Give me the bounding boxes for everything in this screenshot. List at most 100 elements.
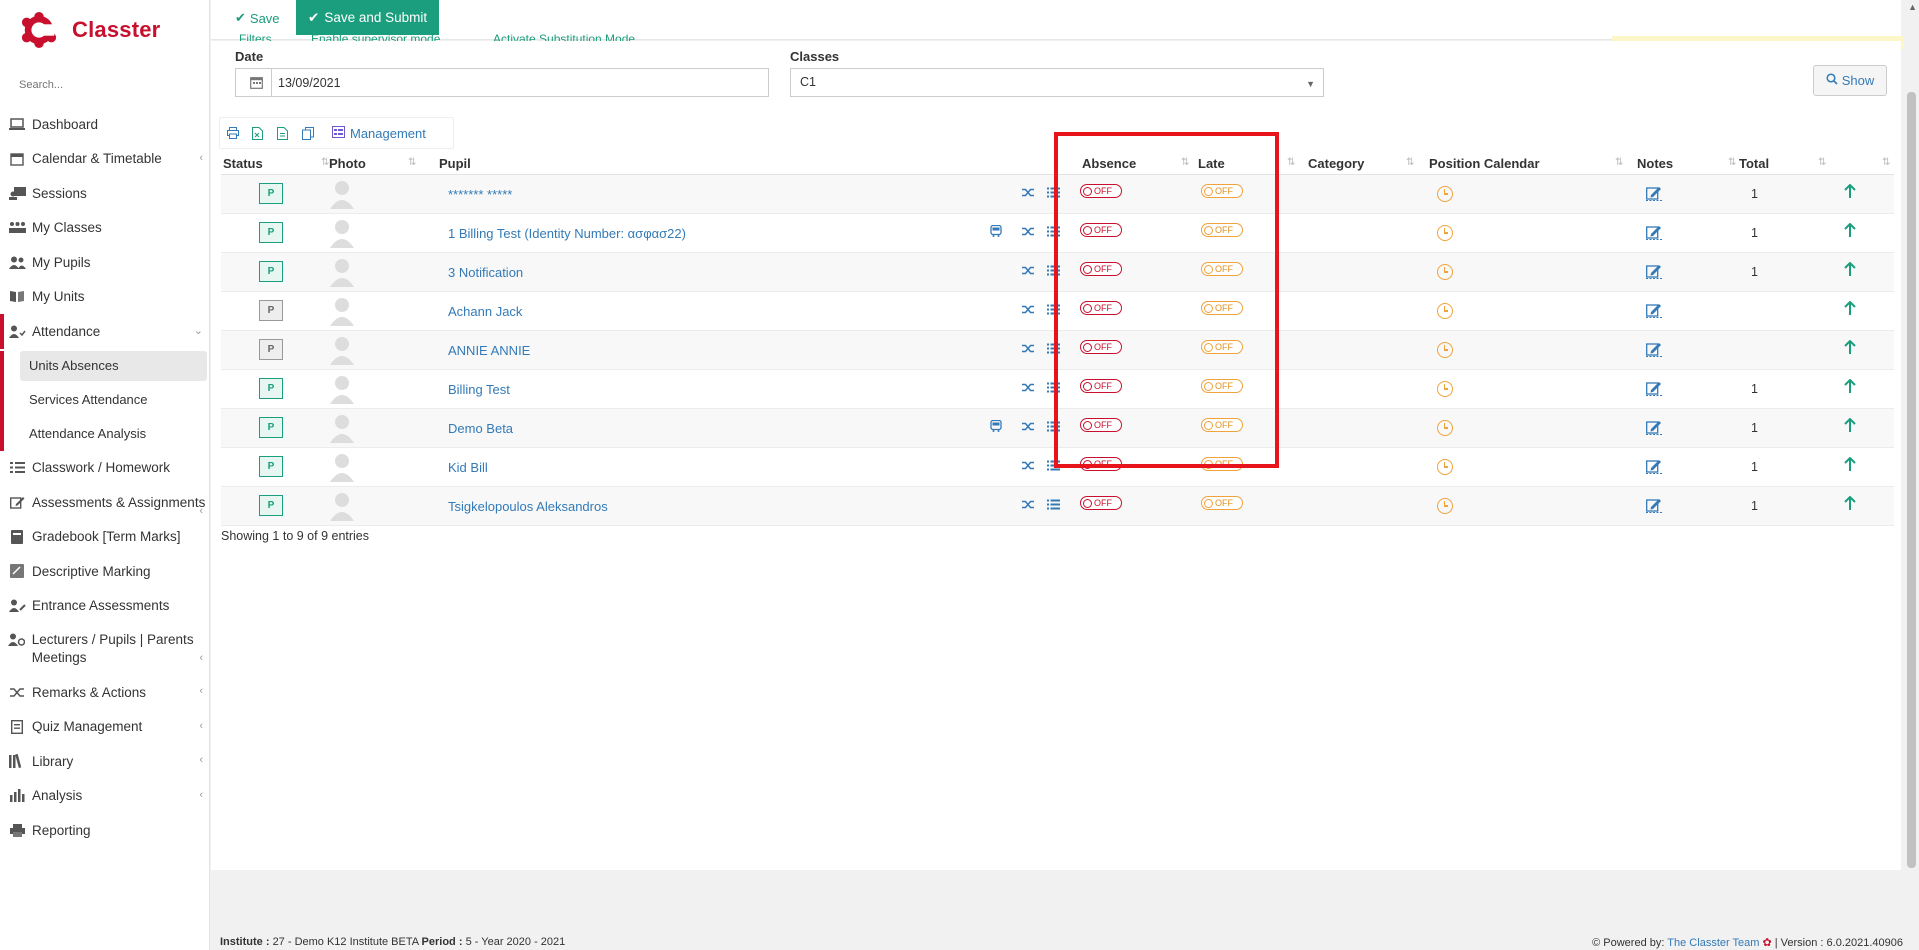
sort-icon[interactable]: ⇅ bbox=[1882, 157, 1890, 168]
arrow-up-icon[interactable] bbox=[1844, 339, 1856, 357]
shuffle-icon[interactable] bbox=[1022, 498, 1035, 513]
edit-note-icon[interactable] bbox=[1646, 498, 1662, 516]
list-icon[interactable] bbox=[1047, 498, 1060, 513]
status-badge[interactable]: P bbox=[259, 183, 283, 204]
arrow-up-icon[interactable] bbox=[1844, 417, 1856, 435]
bus-icon[interactable] bbox=[990, 419, 1002, 435]
sort-icon[interactable]: ⇅ bbox=[1406, 157, 1414, 168]
shuffle-icon[interactable] bbox=[1022, 381, 1035, 396]
clock-icon[interactable] bbox=[1437, 381, 1453, 397]
edit-note-icon[interactable] bbox=[1646, 225, 1662, 243]
edit-note-icon[interactable] bbox=[1646, 264, 1662, 282]
sort-icon[interactable]: ⇅ bbox=[1728, 157, 1736, 168]
sidebar-item-my-pupils[interactable]: My Pupils bbox=[0, 245, 209, 280]
sidebar-item-calendar[interactable]: Calendar & Timetable ‹ bbox=[0, 142, 209, 177]
status-badge[interactable]: P bbox=[259, 261, 283, 282]
shuffle-icon[interactable] bbox=[1022, 459, 1035, 474]
col-status[interactable]: Status bbox=[223, 156, 263, 171]
status-badge[interactable]: P bbox=[259, 417, 283, 438]
pupil-name-link[interactable]: Tsigkelopoulos Aleksandros bbox=[448, 499, 608, 514]
clock-icon[interactable] bbox=[1437, 342, 1453, 358]
sidebar-item-entrance[interactable]: Entrance Assessments bbox=[0, 589, 209, 624]
show-button[interactable]: Show bbox=[1813, 65, 1887, 96]
csv-icon[interactable] bbox=[270, 121, 295, 145]
sidebar-item-my-classes[interactable]: My Classes bbox=[0, 211, 209, 246]
pupil-name-link[interactable]: Achann Jack bbox=[448, 304, 522, 319]
arrow-up-icon[interactable] bbox=[1844, 300, 1856, 318]
clock-icon[interactable] bbox=[1437, 225, 1453, 241]
excel-icon[interactable] bbox=[245, 121, 270, 145]
status-badge[interactable]: P bbox=[259, 456, 283, 477]
clock-icon[interactable] bbox=[1437, 303, 1453, 319]
late-toggle[interactable]: OFF bbox=[1201, 496, 1243, 510]
sidebar-item-meetings[interactable]: Lecturers / Pupils | Parents Meetings ‹ bbox=[0, 623, 209, 675]
supervisor-mode-link[interactable]: Enable supervisor mode bbox=[311, 30, 440, 41]
shuffle-icon[interactable] bbox=[1022, 342, 1035, 357]
clock-icon[interactable] bbox=[1437, 420, 1453, 436]
edit-note-icon[interactable] bbox=[1646, 459, 1662, 477]
arrow-up-icon[interactable] bbox=[1844, 378, 1856, 396]
sidebar-item-attendance-analysis[interactable]: Attendance Analysis bbox=[4, 417, 209, 451]
classes-select[interactable]: C1 ▼ bbox=[790, 68, 1324, 97]
edit-note-icon[interactable] bbox=[1646, 303, 1662, 321]
management-button[interactable]: Management bbox=[320, 121, 434, 145]
scroll-up-icon[interactable]: ▲ bbox=[1908, 2, 1917, 12]
sidebar-item-analysis[interactable]: Analysis ‹ bbox=[0, 779, 209, 814]
arrow-up-icon[interactable] bbox=[1844, 456, 1856, 474]
arrow-up-icon[interactable] bbox=[1844, 261, 1856, 279]
sidebar-item-remarks[interactable]: Remarks & Actions ‹ bbox=[0, 675, 209, 710]
sidebar-item-reporting[interactable]: Reporting bbox=[0, 813, 209, 848]
sidebar-item-assessments[interactable]: Assessments & Assignments ‹ bbox=[0, 485, 209, 520]
bus-icon[interactable] bbox=[990, 224, 1002, 240]
print-icon[interactable] bbox=[220, 121, 245, 145]
status-badge[interactable]: P bbox=[259, 495, 283, 516]
arrow-up-icon[interactable] bbox=[1844, 183, 1856, 201]
pupil-name-link[interactable]: ANNIE ANNIE bbox=[448, 343, 530, 358]
sidebar-item-library[interactable]: Library ‹ bbox=[0, 744, 209, 779]
copy-icon[interactable] bbox=[295, 121, 320, 145]
col-notes[interactable]: Notes bbox=[1637, 156, 1673, 171]
shuffle-icon[interactable] bbox=[1022, 225, 1035, 240]
sidebar-item-attendance[interactable]: Attendance ⌄ bbox=[0, 314, 209, 349]
status-badge[interactable]: P bbox=[259, 300, 283, 321]
substitution-mode-link[interactable]: Activate Substitution Mode bbox=[493, 30, 635, 41]
sort-icon[interactable]: ⇅ bbox=[1615, 157, 1623, 168]
pupil-name-link[interactable]: ******* ***** bbox=[448, 187, 512, 202]
shuffle-icon[interactable] bbox=[1022, 303, 1035, 318]
shuffle-icon[interactable] bbox=[1022, 264, 1035, 279]
status-badge[interactable]: P bbox=[259, 339, 283, 360]
sidebar-item-units-absences[interactable]: Units Absences bbox=[20, 350, 207, 381]
date-field[interactable]: 13/09/2021 bbox=[235, 68, 769, 97]
scrollbar-thumb[interactable] bbox=[1907, 92, 1916, 868]
edit-note-icon[interactable] bbox=[1646, 342, 1662, 360]
pupil-name-link[interactable]: 3 Notification bbox=[448, 265, 523, 280]
sidebar-item-sessions[interactable]: Sessions bbox=[0, 176, 209, 211]
vertical-scrollbar[interactable]: ▲ bbox=[1904, 0, 1919, 870]
sidebar-item-classwork[interactable]: Classwork / Homework bbox=[0, 451, 209, 486]
sort-icon[interactable]: ⇅ bbox=[408, 157, 416, 168]
pupil-name-link[interactable]: Demo Beta bbox=[448, 421, 513, 436]
calendar-icon[interactable] bbox=[236, 69, 272, 96]
col-photo[interactable]: Photo bbox=[329, 156, 366, 171]
clock-icon[interactable] bbox=[1437, 498, 1453, 514]
classter-team-link[interactable]: The Classter Team bbox=[1667, 937, 1759, 949]
shuffle-icon[interactable] bbox=[1022, 420, 1035, 435]
col-position-calendar[interactable]: Position Calendar bbox=[1429, 156, 1540, 171]
filters-link[interactable]: Filters bbox=[239, 30, 272, 41]
sidebar-item-gradebook[interactable]: Gradebook [Term Marks] bbox=[0, 520, 209, 555]
arrow-up-icon[interactable] bbox=[1844, 495, 1856, 513]
status-badge[interactable]: P bbox=[259, 378, 283, 399]
pupil-name-link[interactable]: Billing Test bbox=[448, 382, 510, 397]
sort-icon[interactable]: ⇅ bbox=[1818, 157, 1826, 168]
sidebar-item-my-units[interactable]: My Units bbox=[0, 280, 209, 315]
arrow-up-icon[interactable] bbox=[1844, 222, 1856, 240]
clock-icon[interactable] bbox=[1437, 186, 1453, 202]
pupil-name-link[interactable]: 1 Billing Test (Identity Number: ασφασ22… bbox=[448, 226, 686, 241]
col-category[interactable]: Category bbox=[1308, 156, 1364, 171]
logo[interactable]: Classter bbox=[0, 0, 209, 60]
col-total[interactable]: Total bbox=[1739, 156, 1769, 171]
col-pupil[interactable]: Pupil bbox=[439, 156, 471, 171]
edit-note-icon[interactable] bbox=[1646, 381, 1662, 399]
edit-note-icon[interactable] bbox=[1646, 420, 1662, 438]
sort-icon[interactable]: ⇅ bbox=[1287, 157, 1295, 168]
